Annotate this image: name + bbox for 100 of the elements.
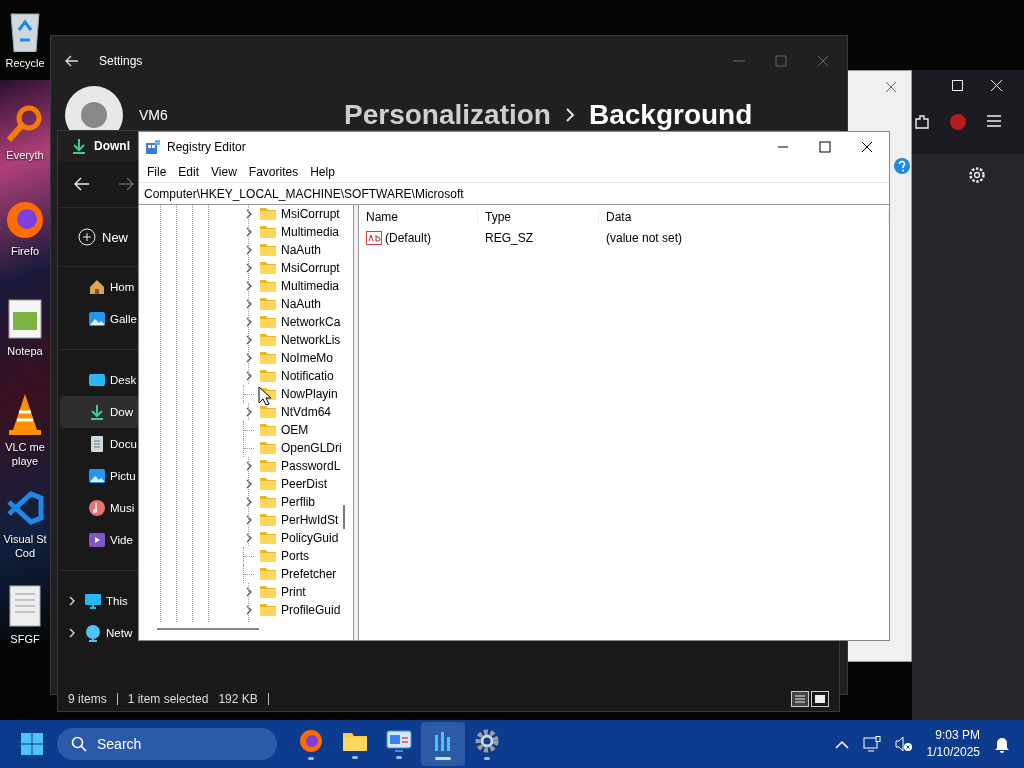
desktop-icon-label[interactable]: Firefo: [10, 244, 40, 258]
desktop-icon-label[interactable]: Everyth: [6, 148, 44, 162]
chevron-up-icon[interactable]: [834, 739, 849, 749]
window-title: Registry Editor: [167, 139, 246, 154]
settings-icon[interactable]: [968, 166, 986, 184]
nav-item[interactable]: Netw: [60, 617, 138, 649]
network-icon: [84, 624, 102, 642]
details-view-icon[interactable]: [791, 691, 809, 707]
tree-item[interactable]: NaAuth: [281, 243, 322, 257]
tree-item[interactable]: Perflib: [281, 495, 315, 509]
chevron-icon: [68, 628, 76, 638]
column-header[interactable]: Name: [359, 209, 478, 224]
search-field[interactable]: Search: [57, 728, 277, 760]
tree-item[interactable]: NetworkLis: [281, 333, 341, 347]
nav-item[interactable]: Galle: [60, 303, 138, 335]
maximize-icon[interactable]: [819, 140, 831, 153]
menu-item[interactable]: Help: [304, 164, 341, 179]
chevron-icon: [564, 108, 575, 122]
tree-item[interactable]: Ports: [281, 549, 309, 563]
selection-info: 1 item selected: [127, 692, 209, 706]
tree-item[interactable]: PerHwIdSt: [281, 513, 339, 527]
folder-icon: [259, 405, 277, 419]
back-arrow-icon[interactable]: [74, 177, 90, 191]
traffic-cone-icon: [7, 392, 43, 436]
tree-item[interactable]: PolicyGuid: [281, 531, 339, 545]
user-name: VM6: [139, 107, 169, 123]
picture-icon: [88, 310, 106, 328]
puzzle-icon[interactable]: [914, 114, 930, 130]
help-icon[interactable]: [893, 157, 911, 175]
desktop-icon-label[interactable]: Notepa: [7, 344, 43, 358]
desktop-icon: [88, 371, 106, 389]
tree-item[interactable]: OpenGLDri: [281, 441, 342, 455]
folder-icon: [259, 603, 277, 617]
tiles-view-icon[interactable]: [811, 691, 829, 707]
taskbar-app[interactable]: [421, 722, 465, 766]
desktop-icon-label[interactable]: VLC me: [5, 440, 45, 454]
forward-arrow-icon[interactable]: [118, 177, 134, 191]
nav-item[interactable]: Docu: [60, 428, 138, 460]
clock[interactable]: 9:03 PM 1/10/2025: [926, 727, 980, 761]
close-icon[interactable]: [861, 140, 873, 153]
tree-item[interactable]: MsiCorrupt: [281, 261, 340, 275]
desktop-icon-label[interactable]: Recycle: [5, 56, 45, 70]
menu-item[interactable]: View: [205, 164, 243, 179]
plus-circle-icon: [78, 228, 96, 246]
folder-icon: [259, 261, 277, 275]
window-tab[interactable]: Downl: [58, 131, 138, 161]
tree-item[interactable]: Print: [281, 585, 306, 599]
nav-item[interactable]: Pictu: [60, 460, 138, 492]
nav-item[interactable]: Musi: [60, 492, 138, 524]
menu-icon[interactable]: [986, 114, 1002, 128]
column-header[interactable]: Data: [599, 209, 889, 224]
monitor-icon[interactable]: [862, 736, 881, 752]
search-icon: [71, 736, 87, 752]
desktop-icon-label[interactable]: playe: [11, 454, 39, 468]
video-icon: [88, 531, 106, 549]
selection-size: 192 KB: [218, 692, 258, 706]
tree-item[interactable]: NaAuth: [281, 297, 322, 311]
breadcrumb-item[interactable]: Personalization: [344, 99, 551, 131]
tree-item[interactable]: Multimedia: [281, 279, 340, 293]
tree-item[interactable]: PasswordL: [281, 459, 341, 473]
tree-item[interactable]: Notificatio: [281, 369, 334, 383]
nav-item[interactable]: Desk: [60, 364, 138, 396]
menu-item[interactable]: Edit: [172, 164, 206, 179]
control-panel-icon: [386, 729, 412, 752]
tree-item[interactable]: Multimedia: [281, 225, 340, 239]
menu-item[interactable]: Favorites: [242, 164, 305, 179]
desktop-icon-label[interactable]: Cod: [14, 546, 36, 560]
tree-item[interactable]: NtVdm64: [281, 405, 332, 419]
new-button[interactable]: New: [74, 224, 132, 250]
back-arrow-icon[interactable]: [65, 55, 79, 67]
desktop-icon-label[interactable]: Visual St: [3, 532, 47, 546]
download-icon: [70, 137, 88, 155]
muted-speaker-icon[interactable]: [894, 736, 913, 752]
tree-item[interactable]: Prefetcher: [281, 567, 337, 581]
folder-icon: [259, 513, 277, 527]
download-icon: [88, 403, 106, 421]
address-bar[interactable]: Computer\HKEY_LOCAL_MACHINE\SOFTWARE\Microsoft: [139, 182, 889, 205]
nav-item[interactable]: Dow: [60, 396, 138, 428]
gear-icon: [475, 728, 499, 753]
folder-icon: [259, 441, 277, 455]
registry-icon: [145, 138, 161, 155]
tree-item[interactable]: NetworkCa: [281, 315, 341, 329]
nav-item[interactable]: Hom: [60, 271, 138, 303]
tree-item[interactable]: NowPlayin: [281, 387, 338, 401]
desktop-icon-label[interactable]: SFGF: [10, 632, 40, 646]
notification-bell-icon[interactable]: [994, 735, 1010, 753]
folder-icon: [259, 315, 277, 329]
tree-item[interactable]: ProfileGuid: [281, 603, 341, 617]
nav-item[interactable]: Vide: [60, 524, 138, 556]
nav-item[interactable]: This: [60, 585, 138, 617]
table-cell-text: REG_SZ: [484, 231, 534, 245]
tree-item[interactable]: MsiCorrupt: [281, 207, 340, 221]
extension-icon[interactable]: [950, 114, 966, 130]
tree-item[interactable]: OEM: [281, 423, 309, 437]
start-icon[interactable]: [20, 732, 44, 756]
house-icon: [88, 278, 106, 296]
column-header[interactable]: Type: [478, 209, 599, 224]
tree-item[interactable]: NoImeMo: [281, 351, 333, 365]
menu-item[interactable]: File: [141, 164, 173, 179]
tree-item[interactable]: PeerDist: [281, 477, 327, 491]
